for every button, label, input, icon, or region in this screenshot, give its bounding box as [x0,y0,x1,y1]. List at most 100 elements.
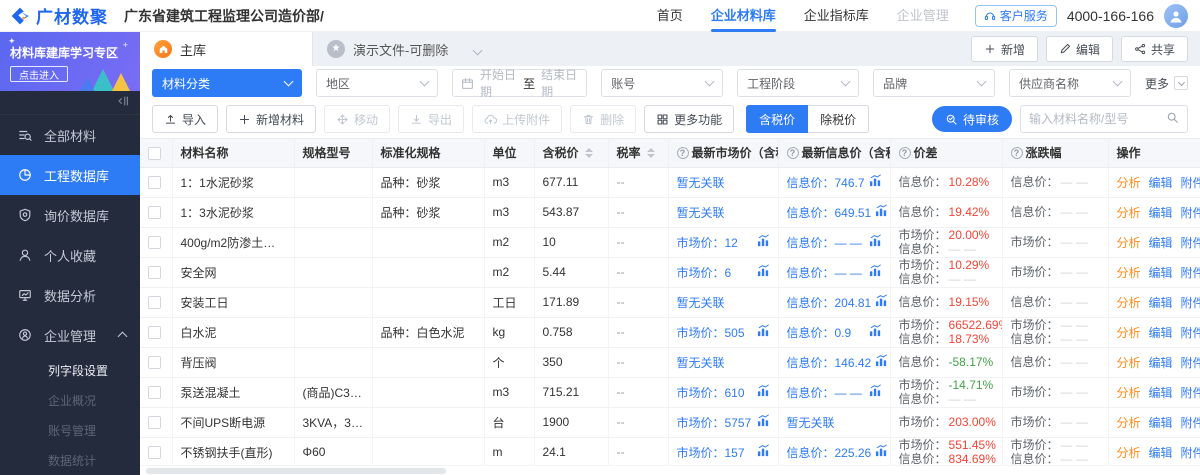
nav-item-home[interactable]: 首页 [657,0,683,32]
collapse-sidebar-icon[interactable] [116,94,130,111]
action-edit[interactable]: 编辑 [1149,384,1173,401]
row-checkbox[interactable] [148,206,161,219]
action-analyze[interactable]: 分析 [1117,294,1141,311]
action-attachment[interactable]: 附件 [1181,294,1200,311]
sort-control[interactable] [585,148,593,158]
info-icon[interactable]: ? [1011,147,1023,159]
action-attachment[interactable]: 附件 [1181,204,1200,221]
action-analyze[interactable]: 分析 [1117,204,1141,221]
price-trend-chart-icon[interactable] [871,294,888,310]
price-link[interactable]: 市场价：157 [677,444,770,461]
action-edit[interactable]: 编辑 [1149,234,1173,251]
import-button[interactable]: 导入 [152,105,218,133]
action-edit[interactable]: 编辑 [1149,444,1173,461]
sort-control[interactable] [647,148,655,158]
start-date-placeholder[interactable]: 开始日期 [480,66,517,100]
sidebar-item-all-materials[interactable]: 全部材料 [0,115,140,155]
sidebar-banner[interactable]: ✦ + 材料库建库学习专区 点击进入 [0,32,140,91]
action-attachment[interactable]: 附件 [1181,324,1200,341]
price-link[interactable]: 信息价：0.9 [787,324,882,341]
row-checkbox[interactable] [148,446,161,459]
price-trend-chart-icon[interactable] [865,384,882,400]
action-edit[interactable]: 编辑 [1149,414,1173,431]
action-attachment[interactable]: 附件 [1181,264,1200,281]
action-edit[interactable]: 编辑 [1149,324,1173,341]
more-functions-button[interactable]: 更多功能 [644,105,734,133]
nav-item-enterprise-management[interactable]: 企业管理 [897,0,949,32]
action-attachment[interactable]: 附件 [1181,444,1200,461]
price-trend-chart-icon[interactable] [865,324,882,340]
action-analyze[interactable]: 分析 [1117,174,1141,191]
chevron-down-icon[interactable] [474,42,481,57]
no-link-label[interactable]: 暂无关联 [677,296,725,310]
price-link[interactable]: 信息价：— — [787,384,882,401]
price-link[interactable]: 信息价：204.81 [787,294,882,311]
sidebar-subitem-account-management[interactable]: 账号管理 [0,415,140,445]
price-trend-chart-icon[interactable] [753,444,770,460]
sidebar-item-personal-favorites[interactable]: 个人收藏 [0,235,140,275]
pending-review-button[interactable]: 待审核 [932,106,1012,132]
action-analyze[interactable]: 分析 [1117,444,1141,461]
action-edit[interactable]: 编辑 [1149,354,1173,371]
filter-brand[interactable]: 品牌 [873,69,995,97]
search-icon[interactable] [1166,111,1179,127]
action-analyze[interactable]: 分析 [1117,234,1141,251]
price-link[interactable]: 市场价：6 [677,264,770,281]
nav-item-enterprise-materials[interactable]: 企业材料库 [711,0,776,32]
action-analyze[interactable]: 分析 [1117,264,1141,281]
action-attachment[interactable]: 附件 [1181,414,1200,431]
filter-material-category[interactable]: 材料分类 [152,69,302,97]
tab-demo-file[interactable]: ★ 演示文件-可删除 [312,32,508,66]
action-attachment[interactable]: 附件 [1181,384,1200,401]
sidebar-item-enterprise-management[interactable]: 企业管理 [0,315,140,355]
price-trend-chart-icon[interactable] [865,234,882,250]
price-link[interactable]: 信息价：225.26 [787,444,882,461]
info-icon[interactable]: ? [787,147,799,159]
action-edit[interactable]: 编辑 [1149,264,1173,281]
filter-date-range[interactable]: 开始日期至结束日期 [452,69,587,97]
action-attachment[interactable]: 附件 [1181,174,1200,191]
action-attachment[interactable]: 附件 [1181,354,1200,371]
price-link[interactable]: 信息价：— — [787,264,882,281]
action-edit[interactable]: 编辑 [1149,174,1173,191]
info-icon[interactable]: ? [677,147,689,159]
price-link[interactable]: 市场价：505 [677,324,770,341]
sidebar-item-data-analysis[interactable]: 数据分析 [0,275,140,315]
tab-main-library[interactable]: 主库 [140,32,312,66]
sidebar-subitem-column-field-settings[interactable]: 列字段设置 [0,355,140,385]
price-trend-chart-icon[interactable] [871,354,888,370]
price-link[interactable]: 信息价：746.7 [787,174,882,191]
customer-service-button[interactable]: 客户服务 [975,5,1057,27]
row-checkbox[interactable] [148,176,161,189]
no-link-label[interactable]: 暂无关联 [677,206,725,220]
scrollbar-thumb[interactable] [146,468,446,474]
action-analyze[interactable]: 分析 [1117,324,1141,341]
action-edit[interactable]: 编辑 [1149,294,1173,311]
action-attachment[interactable]: 附件 [1181,234,1200,251]
filter-account[interactable]: 账号 [601,69,723,97]
select-all-checkbox[interactable] [148,147,161,160]
action-analyze[interactable]: 分析 [1117,414,1141,431]
price-link[interactable]: 信息价：146.42 [787,354,882,371]
price-trend-chart-icon[interactable] [865,174,882,190]
info-icon[interactable]: ? [899,147,911,159]
sidebar-item-inquiry-database[interactable]: 询价数据库 [0,195,140,235]
sidebar-item-project-database[interactable]: 工程数据库 [0,155,140,195]
row-checkbox[interactable] [148,326,161,339]
action-analyze[interactable]: 分析 [1117,354,1141,371]
banner-enter-button[interactable]: 点击进入 [10,66,68,82]
toggle-tax-included[interactable]: 含税价 [746,105,808,133]
share-library-button[interactable]: 共享 [1121,36,1188,62]
price-trend-chart-icon[interactable] [753,234,770,250]
nav-item-enterprise-indicators[interactable]: 企业指标库 [804,0,869,32]
toggle-tax-excluded[interactable]: 除税价 [808,105,869,133]
sidebar-subitem-company-profile[interactable]: 企业概况 [0,385,140,415]
row-checkbox[interactable] [148,236,161,249]
no-link-label[interactable]: 暂无关联 [677,176,725,190]
filter-project-stage[interactable]: 工程阶段 [737,69,859,97]
filter-more[interactable]: 更多 [1145,75,1188,92]
no-link-label[interactable]: 暂无关联 [677,356,725,370]
row-checkbox[interactable] [148,386,161,399]
price-trend-chart-icon[interactable] [753,324,770,340]
add-library-button[interactable]: 新增 [971,36,1038,62]
